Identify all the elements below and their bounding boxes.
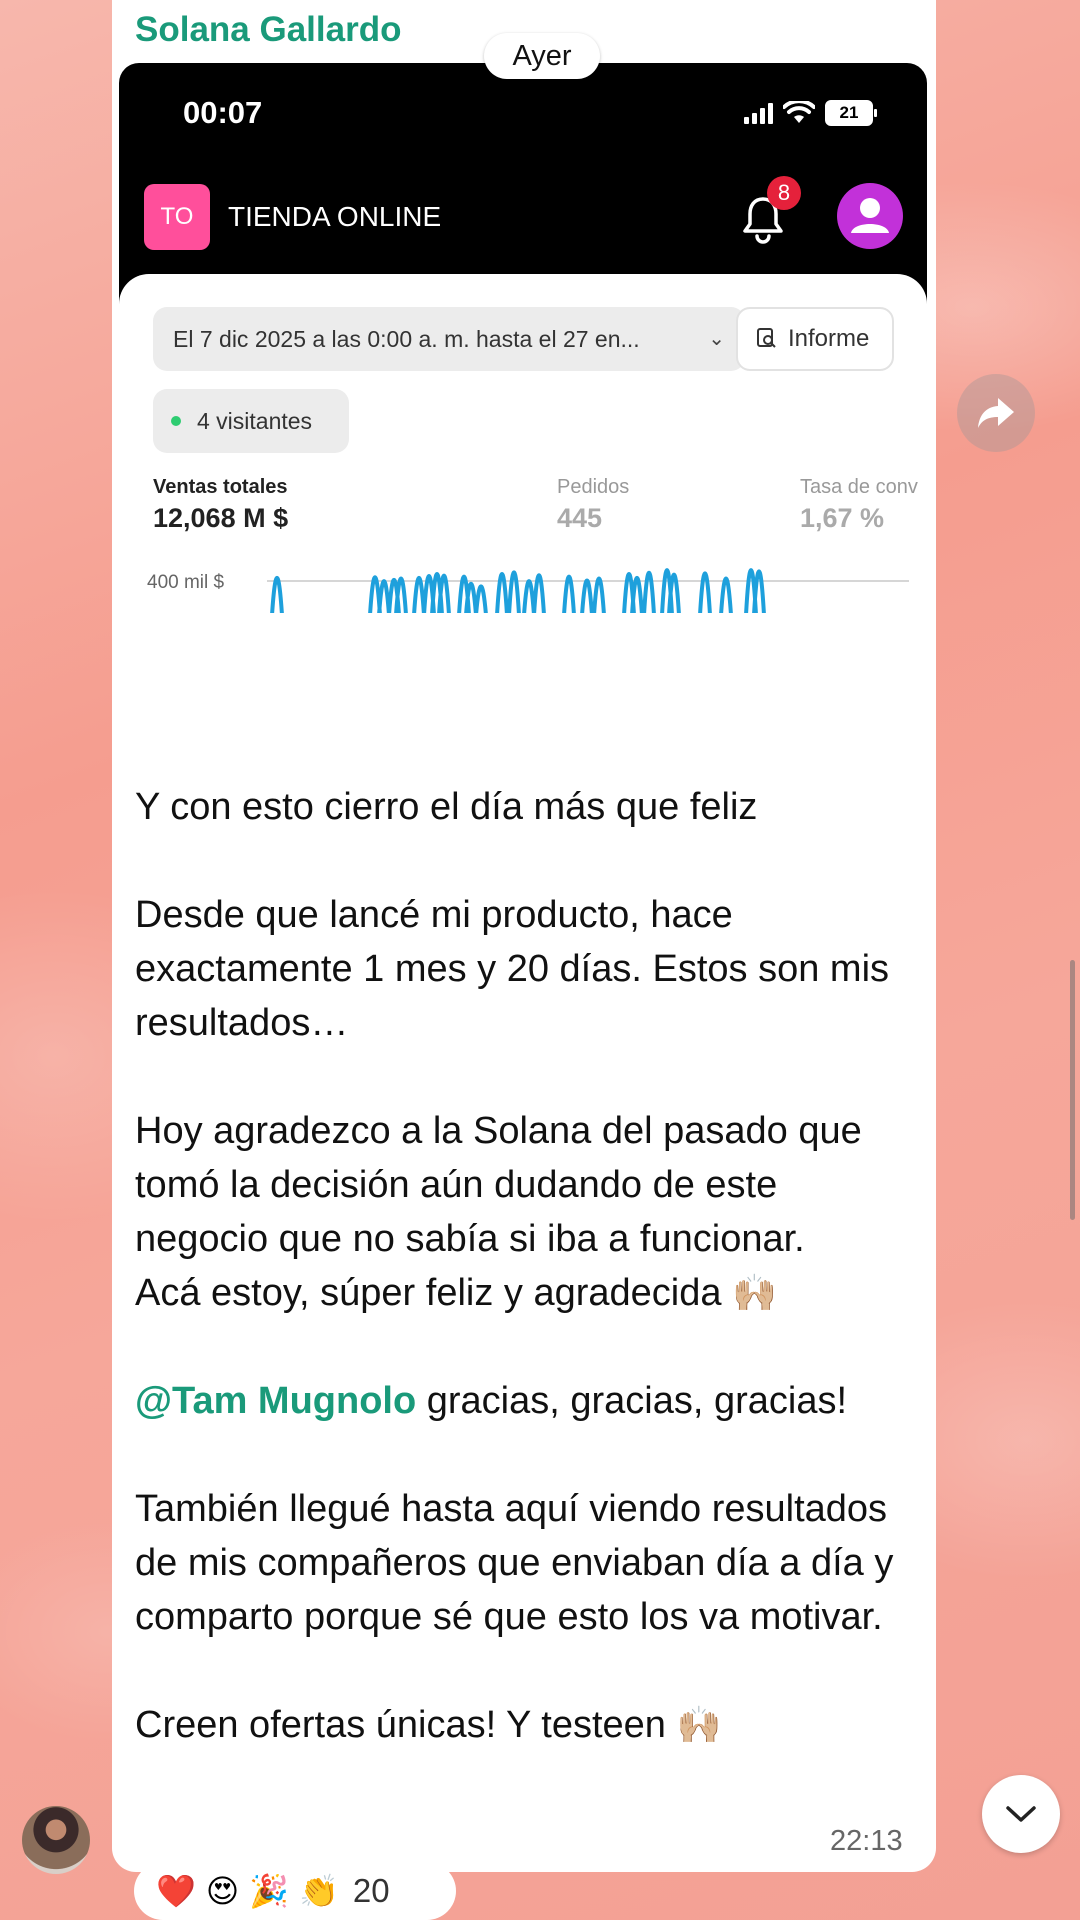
message-line: También llegué hasta aquí viendo resulta… — [135, 1488, 904, 1638]
attached-screenshot[interactable]: 00:07 21 TO TIENDA ONLINE 8 El 7 dic 202… — [119, 63, 927, 763]
message-line: Y con esto cierro el día más que feliz — [135, 786, 758, 828]
sender-avatar[interactable] — [22, 1806, 90, 1874]
store-name: TIENDA ONLINE — [228, 201, 442, 232]
live-dot-icon — [171, 416, 181, 426]
mention-link[interactable]: @Tam Mugnolo — [135, 1380, 416, 1422]
report-button: Informe — [736, 307, 894, 371]
reaction-count: 20 — [352, 1872, 390, 1909]
raised-hands-emoji: 🙌🏼 — [732, 1272, 777, 1313]
report-label: Informe — [788, 325, 870, 352]
store-logo: TO — [144, 184, 210, 250]
series-line — [270, 568, 766, 613]
status-icons: 21 — [744, 99, 877, 127]
message-line: gracias, gracias, gracias! — [416, 1380, 848, 1422]
message-text[interactable]: Y con esto cierro el día más que feliz D… — [135, 780, 915, 1752]
party-reaction[interactable]: 🎉 — [249, 1872, 289, 1910]
visitors-pill: 4 visitantes — [153, 389, 349, 453]
shot-header: 00:07 21 TO TIENDA ONLINE 8 — [119, 63, 927, 305]
heart-reaction[interactable]: ❤️ — [156, 1872, 196, 1910]
message-line: Desde que lancé mi producto, hace exacta… — [135, 894, 900, 1044]
share-arrow-icon — [978, 398, 1014, 428]
raised-hands-emoji: 🙌🏼 — [676, 1704, 722, 1745]
chevron-down-icon: ⌄ — [708, 328, 725, 350]
signal-icon — [744, 102, 773, 124]
wifi-icon — [783, 101, 815, 123]
reactions-bar[interactable]: ❤️ 😍 🎉 👏 20 — [134, 1862, 456, 1920]
message-line: Creen ofertas únicas! Y testeen — [135, 1704, 666, 1746]
scrollbar[interactable] — [1070, 960, 1075, 1220]
clap-reaction[interactable]: 👏 — [299, 1872, 339, 1910]
y-tick-label: 400 mil $ — [147, 572, 225, 593]
report-icon — [757, 328, 776, 348]
status-time: 00:07 — [183, 95, 263, 130]
sales-line-chart: 400 mil $ — [147, 568, 909, 613]
date-range-selector: El 7 dic 2025 a las 0:00 a. m. hasta el … — [153, 307, 745, 371]
notification-badge: 8 — [767, 176, 801, 210]
forward-button[interactable] — [957, 374, 1035, 452]
scroll-down-button[interactable] — [982, 1775, 1060, 1853]
user-avatar-icon — [837, 183, 903, 249]
visitors-label: 4 visitantes — [197, 408, 313, 434]
message-line: Hoy agradezco a la Solana del pasado que… — [135, 1110, 873, 1260]
message-line: Acá estoy, súper feliz y agradecida — [135, 1272, 722, 1314]
message-timestamp: 22:13 — [830, 1825, 903, 1857]
date-range-label: El 7 dic 2025 a las 0:00 a. m. hasta el … — [173, 326, 640, 352]
chevron-down-icon — [1006, 1806, 1036, 1822]
date-divider: Ayer — [484, 33, 600, 79]
heart-eyes-reaction[interactable]: 😍 — [206, 1872, 239, 1910]
battery-icon: 21 — [825, 100, 877, 126]
sender-name[interactable]: Solana Gallardo — [135, 10, 401, 50]
